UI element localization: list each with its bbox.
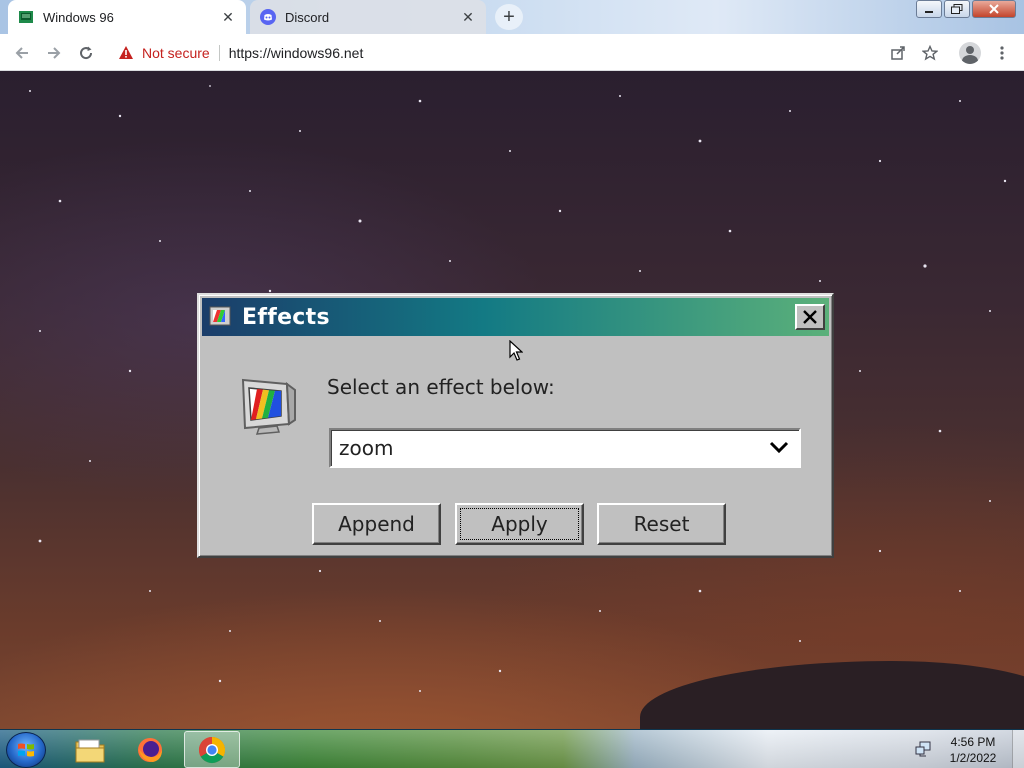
tab-label: Discord <box>285 9 330 25</box>
warning-icon <box>119 45 133 59</box>
monitor-icon <box>209 306 231 326</box>
reload-icon <box>80 46 93 60</box>
omnibox-divider <box>218 44 220 61</box>
taskbar-explorer[interactable] <box>62 731 118 768</box>
menu-button[interactable] <box>990 41 1014 65</box>
append-button[interactable]: Append <box>312 503 441 545</box>
close-icon <box>803 310 817 324</box>
dialog-title: Effects <box>242 304 330 330</box>
browser-toolbar: Not secure https://windows96.net <box>0 34 1024 71</box>
browser-chrome: Windows 96 ✕ Discord ✕ + Not secure http… <box>0 0 1024 71</box>
discord-favicon-icon <box>260 9 276 25</box>
more-vert-icon <box>1000 46 1004 60</box>
share-button[interactable] <box>886 41 910 65</box>
chevron-down-icon[interactable] <box>769 439 789 455</box>
minimize-icon <box>925 11 933 13</box>
restore-icon <box>951 4 963 14</box>
share-icon <box>891 46 905 60</box>
avatar-icon <box>959 42 981 64</box>
show-desktop-button[interactable] <box>1012 730 1024 768</box>
tab-strip: Windows 96 ✕ Discord ✕ + <box>0 0 1024 34</box>
not-secure-label[interactable]: Not secure <box>142 45 210 61</box>
taskbar-chrome[interactable] <box>184 731 240 768</box>
effects-dialog: Effects Select an effect below: zoom App… <box>197 293 834 558</box>
forward-button[interactable] <box>42 41 66 65</box>
os-taskbar: 4:56 PM 1/2/2022 <box>0 729 1024 768</box>
star-icon <box>922 45 938 61</box>
effect-select[interactable]: zoom <box>329 428 801 468</box>
close-icon <box>989 4 999 14</box>
taskbar-firefox[interactable] <box>122 731 178 768</box>
back-button[interactable] <box>10 41 34 65</box>
close-tab-icon[interactable]: ✕ <box>460 9 476 25</box>
apply-button[interactable]: Apply <box>455 503 584 545</box>
effect-prompt: Select an effect below: <box>327 375 555 399</box>
forward-arrow-icon <box>48 47 61 59</box>
profile-button[interactable] <box>958 41 982 65</box>
minimize-button[interactable] <box>916 0 942 18</box>
tab-label: Windows 96 <box>43 9 114 25</box>
windows-logo-icon <box>18 743 34 757</box>
tab-windows96[interactable]: Windows 96 ✕ <box>8 0 246 34</box>
effects-monitor-icon <box>241 378 296 435</box>
address-bar[interactable]: Not secure https://windows96.net <box>108 38 918 67</box>
clock-date: 1/2/2022 <box>949 751 997 765</box>
reload-button[interactable] <box>74 41 98 65</box>
back-arrow-icon <box>15 47 28 59</box>
window-controls <box>916 0 1016 20</box>
folder-icon <box>75 739 105 762</box>
dialog-titlebar[interactable]: Effects <box>202 298 829 336</box>
close-tab-icon[interactable]: ✕ <box>220 9 236 25</box>
new-tab-button[interactable]: + <box>495 4 523 30</box>
dialog-close-button[interactable] <box>795 304 825 330</box>
mouse-pointer-icon <box>509 340 523 361</box>
bookmark-button[interactable] <box>918 41 942 65</box>
chrome-icon <box>198 736 226 763</box>
start-button[interactable] <box>6 732 46 768</box>
clock-time: 4:56 PM <box>950 735 996 749</box>
network-icon[interactable] <box>914 740 932 758</box>
url-text[interactable]: https://windows96.net <box>229 45 364 61</box>
selected-effect: zoom <box>339 436 394 460</box>
reset-button[interactable]: Reset <box>597 503 726 545</box>
windows96-favicon-icon <box>19 11 33 23</box>
close-window-button[interactable] <box>972 0 1016 18</box>
tab-discord[interactable]: Discord ✕ <box>250 0 486 34</box>
firefox-icon <box>138 737 162 762</box>
restore-button[interactable] <box>944 0 970 18</box>
system-clock[interactable]: 4:56 PM 1/2/2022 <box>940 734 1006 766</box>
